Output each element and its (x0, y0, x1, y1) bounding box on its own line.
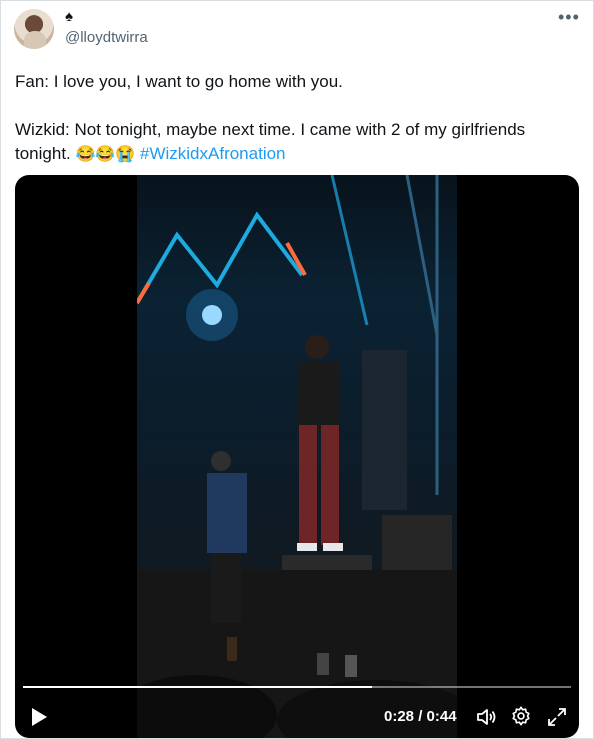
play-icon[interactable] (29, 706, 49, 728)
fullscreen-icon[interactable] (546, 706, 568, 728)
tweet-text-line-3: tonight. 😂😂😭 #WizkidxAfronation (15, 142, 575, 167)
settings-gear-icon[interactable] (510, 705, 532, 727)
video-player[interactable]: 0:28 / 0:44 (15, 175, 579, 738)
avatar[interactable] (14, 9, 54, 49)
progress-bar-fill (23, 686, 372, 688)
hashtag-link[interactable]: #WizkidxAfronation (140, 144, 286, 163)
tweet-card: ♠ @lloydtwirra ••• Fan: I love you, I wa… (0, 0, 594, 739)
tweet-text-line-1: Fan: I love you, I want to go home with … (15, 72, 343, 91)
display-name[interactable]: ♠ (65, 8, 73, 26)
more-horizontal-icon[interactable]: ••• (558, 7, 580, 28)
time-display: 0:28 / 0:44 (384, 708, 457, 725)
tweet-text-tonight: tonight. (15, 144, 71, 163)
progress-bar[interactable] (23, 686, 571, 688)
tweet-text-line-2: Wizkid: Not tonight, maybe next time. I … (15, 120, 526, 139)
video-frame (137, 175, 457, 738)
author-handle[interactable]: @lloydtwirra (65, 29, 148, 46)
emoji-group: 😂😂😭 (75, 146, 136, 163)
volume-icon[interactable] (475, 706, 497, 728)
